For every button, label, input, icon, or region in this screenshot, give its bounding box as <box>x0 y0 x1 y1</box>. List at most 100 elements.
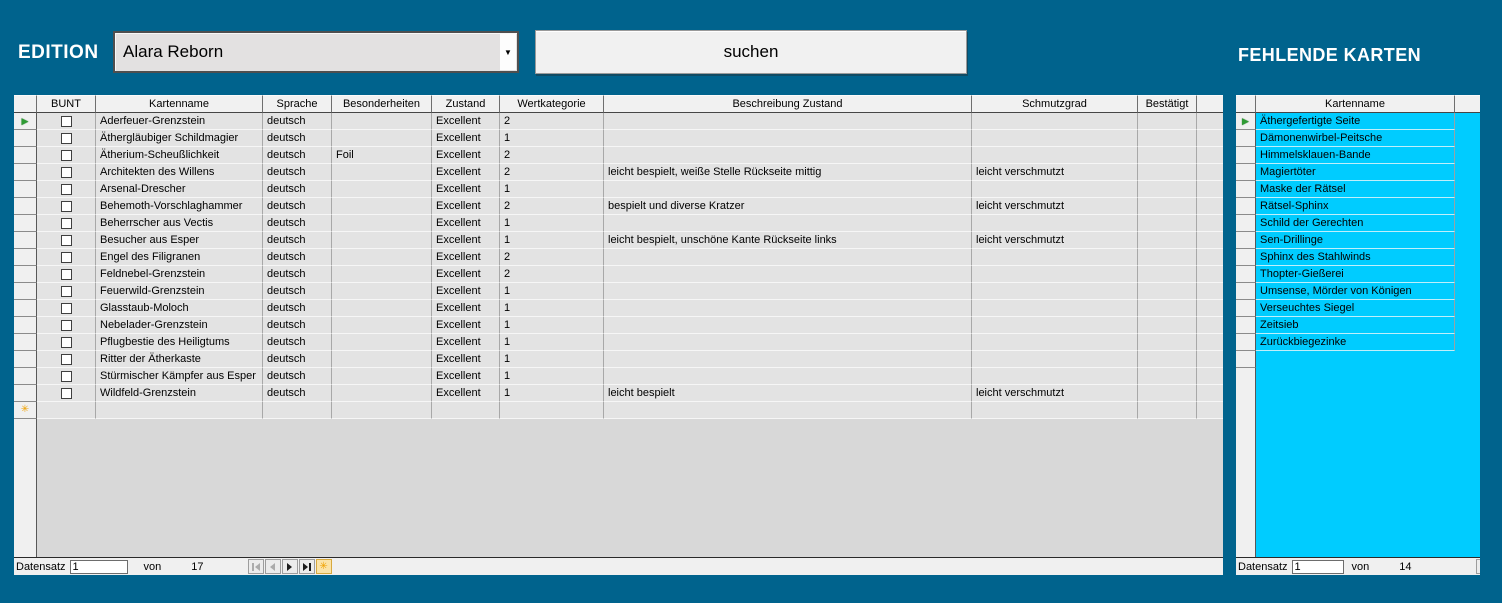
cell-bestaetigt[interactable] <box>1138 249 1197 266</box>
cell-bestaetigt[interactable] <box>1138 181 1197 198</box>
cell-sprache[interactable]: deutsch <box>263 266 332 283</box>
cell-kartenname[interactable]: Magiertöter <box>1256 164 1455 181</box>
row-selector[interactable] <box>1236 283 1256 300</box>
cell-wertkategorie[interactable]: 1 <box>500 351 604 368</box>
bunt-checkbox[interactable] <box>61 337 72 348</box>
cell-zustand[interactable]: Excellent <box>432 181 500 198</box>
row-selector[interactable]: ✳ <box>14 402 37 419</box>
bunt-checkbox[interactable] <box>61 269 72 280</box>
cell-besonderheiten[interactable] <box>332 198 432 215</box>
cell-bunt[interactable] <box>37 266 96 283</box>
cell-kartenname[interactable]: Schild der Gerechten <box>1256 215 1455 232</box>
bunt-checkbox[interactable] <box>61 116 72 127</box>
row-selector[interactable] <box>14 215 37 232</box>
cell-schmutzgrad[interactable] <box>972 368 1138 385</box>
cell-kartenname[interactable]: Architekten des Willens <box>96 164 263 181</box>
cell-beschreibung-zustand[interactable] <box>604 113 972 130</box>
row-selector[interactable] <box>1236 215 1256 232</box>
cell-sprache[interactable]: deutsch <box>263 283 332 300</box>
cell-beschreibung-zustand[interactable] <box>604 402 972 419</box>
row-selector[interactable] <box>1236 334 1256 351</box>
row-selector[interactable]: ▶ <box>1236 113 1256 130</box>
cell-sprache[interactable]: deutsch <box>263 300 332 317</box>
cell-bunt[interactable] <box>37 249 96 266</box>
cell-beschreibung-zustand[interactable] <box>604 368 972 385</box>
cell-bestaetigt[interactable] <box>1138 113 1197 130</box>
cell-besonderheiten[interactable] <box>332 266 432 283</box>
cell-beschreibung-zustand[interactable] <box>604 266 972 283</box>
cell-bestaetigt[interactable] <box>1138 368 1197 385</box>
cell-schmutzgrad[interactable] <box>972 334 1138 351</box>
cell-zustand[interactable]: Excellent <box>432 249 500 266</box>
cell-besonderheiten[interactable] <box>332 215 432 232</box>
column-header-kartenname[interactable]: Kartenname <box>1256 95 1455 113</box>
cell-besonderheiten[interactable] <box>332 130 432 147</box>
bunt-checkbox[interactable] <box>61 286 72 297</box>
cell-kartenname[interactable]: Sen-Drillinge <box>1256 232 1455 249</box>
cell-schmutzgrad[interactable] <box>972 147 1138 164</box>
cell-wertkategorie[interactable]: 2 <box>500 266 604 283</box>
cell-kartenname[interactable]: Aderfeuer-Grenzstein <box>96 113 263 130</box>
cell-kartenname[interactable]: Zurückbiegezinke <box>1256 334 1455 351</box>
cell-kartenname[interactable]: Verseuchtes Siegel <box>1256 300 1455 317</box>
bunt-checkbox[interactable] <box>61 167 72 178</box>
cell-zustand[interactable] <box>432 402 500 419</box>
cell-bunt[interactable] <box>37 113 96 130</box>
cell-bunt[interactable] <box>37 385 96 402</box>
bunt-checkbox[interactable] <box>61 371 72 382</box>
row-selector[interactable] <box>14 130 37 147</box>
cell-zustand[interactable]: Excellent <box>432 334 500 351</box>
cell-sprache[interactable]: deutsch <box>263 317 332 334</box>
cell-wertkategorie[interactable]: 2 <box>500 164 604 181</box>
row-selector[interactable] <box>1236 198 1256 215</box>
cell-bestaetigt[interactable] <box>1138 130 1197 147</box>
row-selector[interactable] <box>14 232 37 249</box>
cell-wertkategorie[interactable]: 1 <box>500 232 604 249</box>
cell-sprache[interactable]: deutsch <box>263 249 332 266</box>
cell-beschreibung-zustand[interactable] <box>604 351 972 368</box>
cell-kartenname[interactable]: Thopter-Gießerei <box>1256 266 1455 283</box>
column-header-wertkategorie[interactable]: Wertkategorie <box>500 95 604 113</box>
row-selector[interactable] <box>14 147 37 164</box>
cell-zustand[interactable]: Excellent <box>432 385 500 402</box>
row-selector[interactable] <box>1236 164 1256 181</box>
cell-beschreibung-zustand[interactable] <box>604 300 972 317</box>
cell-schmutzgrad[interactable]: leicht verschmutzt <box>972 232 1138 249</box>
cell-wertkategorie[interactable]: 1 <box>500 317 604 334</box>
cell-schmutzgrad[interactable] <box>972 283 1138 300</box>
cell-wertkategorie[interactable]: 1 <box>500 385 604 402</box>
cell-wertkategorie[interactable]: 2 <box>500 198 604 215</box>
cell-beschreibung-zustand[interactable] <box>604 147 972 164</box>
cell-kartenname[interactable]: Zeitsieb <box>1256 317 1455 334</box>
cell-zustand[interactable]: Excellent <box>432 113 500 130</box>
row-selector[interactable] <box>14 198 37 215</box>
cell-besonderheiten[interactable] <box>332 300 432 317</box>
new-record-button[interactable]: ✳ <box>316 559 332 574</box>
cell-zustand[interactable]: Excellent <box>432 266 500 283</box>
row-selector[interactable] <box>1236 266 1256 283</box>
cell-bestaetigt[interactable] <box>1138 215 1197 232</box>
cell-beschreibung-zustand[interactable] <box>604 334 972 351</box>
cell-kartenname[interactable]: Engel des Filigranen <box>96 249 263 266</box>
cell-kartenname[interactable]: Feldnebel-Grenzstein <box>96 266 263 283</box>
row-selector[interactable] <box>14 334 37 351</box>
cell-schmutzgrad[interactable] <box>972 130 1138 147</box>
row-selector[interactable] <box>1236 317 1256 334</box>
column-header-schmutzgrad[interactable]: Schmutzgrad <box>972 95 1138 113</box>
cell-bunt[interactable] <box>37 300 96 317</box>
cell-kartenname[interactable]: Ritter der Ätherkaste <box>96 351 263 368</box>
cell-bunt[interactable] <box>37 181 96 198</box>
bunt-checkbox[interactable] <box>61 252 72 263</box>
cell-besonderheiten[interactable] <box>332 351 432 368</box>
cell-bestaetigt[interactable] <box>1138 266 1197 283</box>
row-selector[interactable] <box>14 300 37 317</box>
cell-schmutzgrad[interactable] <box>972 113 1138 130</box>
column-header-best-tigt[interactable]: Bestätigt <box>1138 95 1197 113</box>
cell-bestaetigt[interactable] <box>1138 385 1197 402</box>
bunt-checkbox[interactable] <box>61 235 72 246</box>
cell-zustand[interactable]: Excellent <box>432 215 500 232</box>
row-selector[interactable] <box>14 266 37 283</box>
cell-bestaetigt[interactable] <box>1138 402 1197 419</box>
cell-kartenname[interactable]: Nebelader-Grenzstein <box>96 317 263 334</box>
bunt-checkbox[interactable] <box>61 218 72 229</box>
